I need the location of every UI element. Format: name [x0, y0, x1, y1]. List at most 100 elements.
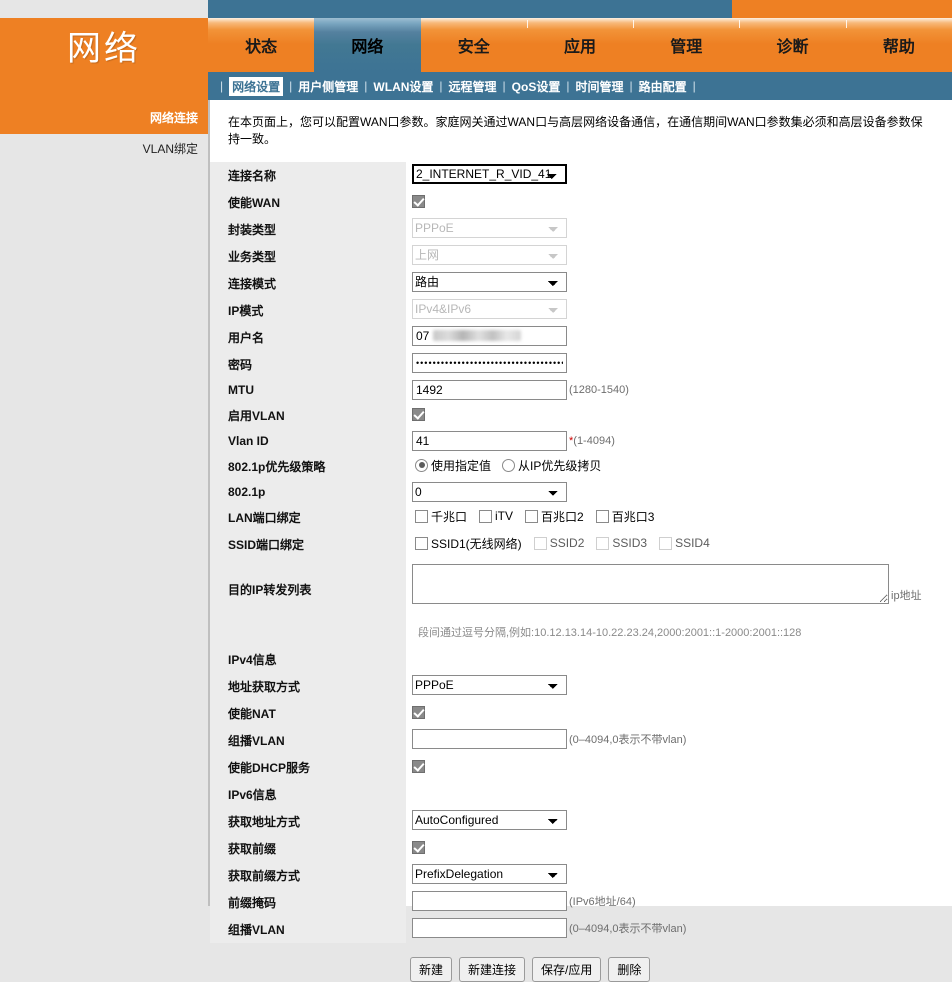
subnav-item-0[interactable]: 网络设置 [229, 76, 284, 96]
tab-5[interactable]: 诊断 [739, 18, 846, 72]
label-v6-addr-method: 获取地址方式 [210, 808, 406, 835]
label-conn-name: 连接名称 [210, 162, 406, 189]
lan-bind-option-1[interactable]: iTV [476, 509, 513, 523]
section-label-ipv4-info: IPv4信息 [210, 646, 406, 673]
radio-icon[interactable] [415, 458, 428, 472]
prefix-mask-input[interactable] [412, 891, 567, 911]
sidebar-item-0[interactable]: 网络连接 [0, 100, 208, 134]
checkbox-icon[interactable] [595, 509, 609, 523]
row-vlan-id: Vlan ID *(1-4094) [210, 429, 952, 453]
label-password: 密码 [210, 351, 406, 378]
dot1p-policy-option-0-label: 使用指定值 [431, 458, 492, 473]
save-apply-button[interactable]: 保存/应用 [532, 957, 602, 982]
enable-wan-checkbox[interactable] [412, 194, 425, 208]
row-lan-bind: LAN端口绑定 千兆口 iTV 百兆口2 百兆口3 [210, 504, 952, 531]
subnav-separator: | [566, 79, 570, 93]
password-input[interactable] [412, 353, 567, 373]
top-strip [0, 0, 952, 18]
enable-dhcp-checkbox[interactable] [412, 759, 425, 773]
row-service-type: 业务类型 上网 [210, 243, 952, 270]
checkbox-icon[interactable] [596, 536, 610, 550]
radio-icon[interactable] [502, 458, 516, 472]
delete-button[interactable]: 删除 [608, 957, 651, 982]
ssid-bind-option-0-label: SSID1(无线网络) [431, 536, 522, 551]
row-v6-mcast-vlan: 组播VLAN (0–4094,0表示不带vlan) [210, 916, 952, 943]
v6-mcast-vlan-hint: (0–4094,0表示不带vlan) [569, 923, 687, 935]
row-enable-dhcp: 使能DHCP服务 [210, 754, 952, 781]
v6-mcast-vlan-input[interactable] [412, 918, 567, 938]
subnav-item-2[interactable]: WLAN设置 [373, 78, 433, 95]
v6-addr-method-select[interactable]: AutoConfigured [412, 810, 567, 830]
tab-4[interactable]: 管理 [633, 18, 740, 72]
mtu-input[interactable] [412, 380, 567, 400]
mtu-range-hint: (1280-1540) [569, 384, 629, 396]
row-conn-name: 连接名称 2_INTERNET_R_VID_41 [210, 162, 952, 189]
label-encap-type: 封装类型 [210, 216, 406, 243]
checkbox-icon[interactable] [525, 509, 539, 523]
tab-0[interactable]: 状态 [208, 18, 315, 72]
dot1p-select[interactable]: 0 [412, 482, 567, 502]
dot1p-policy-option-1[interactable]: 从IP优先级拷贝 [499, 457, 601, 474]
label-ssid-bind: SSID端口绑定 [210, 531, 406, 558]
conn-name-select[interactable]: 2_INTERNET_R_VID_41 [412, 164, 567, 184]
tab-1[interactable]: 网络 [314, 18, 421, 72]
ip-mode-select: IPv4&IPv6 [412, 299, 567, 319]
row-enable-vlan: 启用VLAN [210, 402, 952, 429]
lan-bind-option-1-label: iTV [495, 509, 514, 523]
lan-bind-option-3[interactable]: 百兆口3 [593, 508, 654, 525]
vlan-id-input[interactable] [412, 431, 567, 451]
label-lan-bind: LAN端口绑定 [210, 504, 406, 531]
ssid-bind-checkbox-group: SSID1(无线网络) SSID2 SSID3 SSID4 [412, 535, 719, 552]
sidebar: 网络连接 VLAN绑定 [0, 100, 208, 906]
row-enable-wan: 使能WAN [210, 189, 952, 216]
new-connection-button[interactable]: 新建连接 [459, 957, 526, 982]
get-prefix-checkbox[interactable] [412, 840, 425, 854]
tab-6[interactable]: 帮助 [845, 18, 952, 72]
tab-label: 网络 [351, 39, 384, 56]
checkbox-icon[interactable] [415, 509, 428, 523]
checkbox-icon[interactable] [479, 509, 493, 523]
checkbox-icon[interactable] [533, 536, 547, 550]
subnav-item-6[interactable]: 路由配置 [639, 78, 687, 95]
dot1p-policy-option-0[interactable]: 使用指定值 [412, 457, 491, 474]
tab-3[interactable]: 应用 [526, 18, 634, 72]
prefix-method-select[interactable]: PrefixDelegation [412, 864, 567, 884]
new-button[interactable]: 新建 [410, 957, 453, 982]
tab-2[interactable]: 安全 [420, 18, 527, 72]
tab-label: 安全 [457, 39, 490, 56]
label-mtu: MTU [210, 378, 406, 402]
dot1p-policy-radio-group: 使用指定值 从IP优先级拷贝 [412, 457, 609, 474]
row-ssid-bind: SSID端口绑定 SSID1(无线网络) SSID2 SSID3 SSID4 [210, 531, 952, 558]
mcast-vlan-input[interactable] [412, 729, 567, 749]
dest-ip-fwd-textarea[interactable] [412, 564, 889, 604]
subnav-item-1[interactable]: 用户侧管理 [298, 78, 358, 95]
subnav-item-3[interactable]: 远程管理 [449, 78, 497, 95]
subnav-item-4[interactable]: QoS设置 [512, 78, 561, 95]
row-enable-nat: 使能NAT [210, 700, 952, 727]
ssid-bind-option-2[interactable]: SSID3 [593, 536, 647, 550]
prefix-mask-hint: (IPv6地址/64) [569, 896, 636, 908]
lan-bind-option-2[interactable]: 百兆口2 [522, 508, 584, 525]
ssid-bind-option-0[interactable]: SSID1(无线网络) [412, 535, 522, 552]
row-addr-method: 地址获取方式 PPPoE [210, 673, 952, 700]
addr-method-select[interactable]: PPPoE [412, 675, 567, 695]
sidebar-item-1[interactable]: VLAN绑定 [0, 134, 208, 162]
tab-label: 状态 [245, 39, 278, 56]
row-dest-ip-fwd: 目的IP转发列表 ip地址 [210, 558, 952, 620]
ssid-bind-option-3[interactable]: SSID4 [656, 536, 710, 550]
dest-ip-fwd-note: 段间通过逗号分隔,例如:10.12.13.14-10.22.23.24,2000… [418, 627, 802, 639]
row-username: 用户名 [210, 324, 952, 351]
ssid-bind-option-1[interactable]: SSID2 [531, 536, 584, 550]
checkbox-icon[interactable] [415, 536, 428, 550]
conn-mode-select[interactable]: 路由 [412, 272, 567, 292]
row-v6-addr-method: 获取地址方式 AutoConfigured [210, 808, 952, 835]
checkbox-icon[interactable] [659, 536, 673, 550]
subnav-item-5[interactable]: 时间管理 [575, 78, 623, 95]
main-tab-bar: 状态 网络 安全 应用 管理 诊断 帮助 [208, 18, 952, 72]
label-addr-method: 地址获取方式 [210, 673, 406, 700]
label-ip-mode: IP模式 [210, 297, 406, 324]
label-enable-dhcp: 使能DHCP服务 [210, 754, 406, 781]
lan-bind-option-0[interactable]: 千兆口 [412, 508, 467, 525]
enable-nat-checkbox[interactable] [412, 705, 425, 719]
enable-vlan-checkbox[interactable] [412, 407, 425, 421]
